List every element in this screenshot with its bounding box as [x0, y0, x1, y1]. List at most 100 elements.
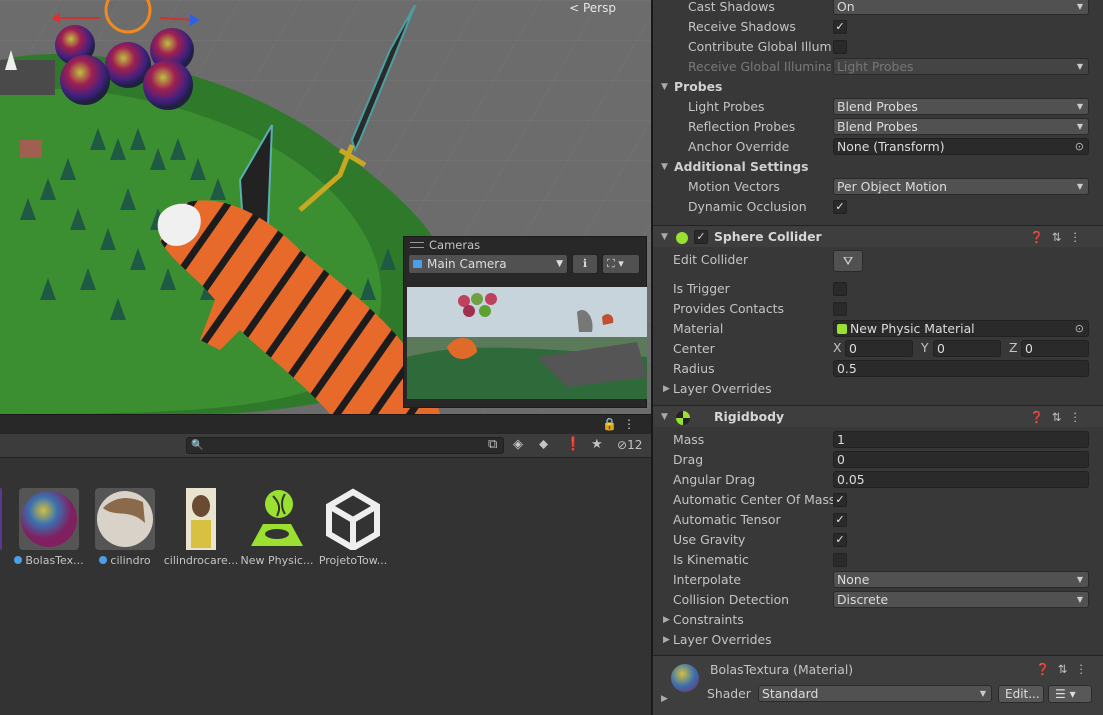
sphere-collider-header[interactable]: ▼ ✓ Sphere Collider ❓⇅⋮ — [653, 225, 1103, 247]
anchor-override-field[interactable]: None (Transform) ⊙ — [833, 138, 1089, 155]
field-label: Receive Shadows — [688, 19, 796, 34]
contribute-gi-checkbox[interactable] — [833, 40, 847, 54]
lock-icon[interactable]: 🔒⋮ — [602, 417, 641, 431]
interpolate-dropdown[interactable]: None ▼ — [833, 571, 1089, 588]
edit-collider-button[interactable]: ⛛ — [833, 250, 863, 272]
physic-material-icon — [247, 488, 307, 550]
rigidbody-header[interactable]: ▼ Rigidbody ❓⇅⋮ — [653, 405, 1103, 427]
component-header-icons[interactable]: ❓⇅⋮ — [1030, 406, 1089, 428]
type-filter-icon[interactable]: ◈ — [513, 437, 523, 452]
perspective-label[interactable]: < Persp — [569, 1, 616, 15]
is-trigger-row: Is Trigger — [653, 279, 1103, 299]
project-search-input[interactable]: 🔍 — [186, 437, 504, 454]
edit-shader-button[interactable]: Edit... — [998, 685, 1044, 703]
log-filter-icon[interactable]: ❗ — [565, 437, 581, 452]
receive-shadows-checkbox[interactable]: ✓ — [833, 20, 847, 34]
object-picker-icon[interactable]: ⊙ — [1075, 139, 1084, 154]
camera-select[interactable]: Main Camera ▼ — [408, 254, 568, 274]
light-probes-dropdown[interactable]: Blend Probes ▼ — [833, 98, 1089, 115]
field-label: Interpolate — [673, 572, 742, 587]
drag-row: Drag 0 — [653, 450, 1103, 470]
scene-view[interactable]: < Persp Cameras Main Camera ▼ ℹ ⛶ ▾ — [0, 0, 651, 414]
asset-bolastextura[interactable]: BolasTex... — [8, 488, 90, 567]
receive-gi-dropdown: Light Probes ▼ — [833, 58, 1089, 75]
drag-field[interactable]: 0 — [833, 451, 1089, 468]
shader-list-button[interactable]: ☰ ▾ — [1048, 685, 1092, 703]
component-enabled-checkbox[interactable]: ✓ — [694, 230, 708, 244]
auto-com-checkbox[interactable]: ✓ — [833, 493, 847, 507]
motion-vectors-dropdown[interactable]: Per Object Motion ▼ — [833, 178, 1089, 195]
chevron-down-icon: ▼ — [1076, 595, 1083, 604]
dynamic-occlusion-checkbox[interactable]: ✓ — [833, 200, 847, 214]
section-title: Probes — [674, 79, 723, 94]
motion-vectors-row: Motion Vectors Per Object Motion ▼ — [653, 177, 1103, 197]
use-gravity-checkbox[interactable]: ✓ — [833, 533, 847, 547]
chevron-down-icon: ▼ — [1076, 102, 1083, 111]
physic-material-field[interactable]: New Physic Material ⊙ — [833, 320, 1089, 337]
object-picker-icon[interactable]: ⊙ — [1075, 321, 1084, 336]
info-icon[interactable]: ℹ — [572, 254, 598, 274]
material-row: Material New Physic Material ⊙ — [653, 319, 1103, 339]
field-value[interactable]: 0 — [1021, 340, 1089, 357]
field-label: Drag — [673, 452, 704, 467]
shader-dropdown[interactable]: Standard ▼ — [758, 685, 992, 702]
use-gravity-row: Use Gravity ✓ — [653, 530, 1103, 550]
hidden-packages-count[interactable]: ⊘12 — [617, 438, 642, 452]
resolution-icon[interactable]: ⛶ ▾ — [602, 254, 640, 274]
asset-label: cilindrocare... — [163, 554, 239, 567]
angular-drag-field[interactable]: 0.05 — [833, 471, 1089, 488]
component-header-icons[interactable]: ❓⇅⋮ — [1036, 662, 1095, 676]
collision-detection-dropdown[interactable]: Discrete ▼ — [833, 591, 1089, 608]
layer-overrides-foldout[interactable]: ▶ Layer Overrides — [653, 630, 1103, 650]
field-value[interactable]: 0 — [845, 340, 913, 357]
cast-shadows-dropdown[interactable]: On ▼ — [833, 0, 1089, 15]
collision-detection-row: Collision Detection Discrete ▼ — [653, 590, 1103, 610]
field-label: Reflection Probes — [688, 119, 796, 134]
additional-settings-section[interactable]: ▼ Additional Settings — [653, 157, 1103, 177]
asset-new-physic-material[interactable]: New Physic... — [236, 488, 318, 567]
mass-field[interactable]: 1 — [833, 431, 1089, 448]
is-kinematic-checkbox[interactable] — [833, 553, 847, 567]
asset-partial[interactable] — [0, 488, 4, 550]
search-scope-icon[interactable]: ⧉ — [488, 437, 497, 452]
reflection-probes-dropdown[interactable]: Blend Probes ▼ — [833, 118, 1089, 135]
constraints-foldout[interactable]: ▶ Constraints — [653, 610, 1103, 630]
asset-label: New Physic... — [240, 554, 314, 567]
center-y-field[interactable]: Y0 — [921, 340, 1005, 357]
camera-overlay-title[interactable]: Cameras — [404, 237, 646, 253]
axis-y-label: Y — [921, 340, 929, 355]
asset-label: BolasTex... — [25, 554, 84, 567]
field-label: Anchor Override — [688, 139, 790, 154]
receive-gi-row: Receive Global Illumination Light Probes… — [653, 57, 1103, 77]
center-x-field[interactable]: X0 — [833, 340, 917, 357]
layer-overrides-foldout[interactable]: ▶ Layer Overrides — [653, 379, 1103, 399]
field-label: Contribute Global Illumination — [688, 39, 831, 54]
provides-contacts-checkbox[interactable] — [833, 302, 847, 316]
auto-com-row: Automatic Center Of Mass ✓ — [653, 490, 1103, 510]
probes-section[interactable]: ▼ Probes — [653, 77, 1103, 97]
chevron-down-icon: ▼ — [1076, 575, 1083, 584]
foldout-collapsed-icon: ▶ — [663, 384, 670, 394]
asset-cilindrocare[interactable]: cilindrocare... — [160, 488, 242, 567]
material-thumbnail — [19, 488, 79, 550]
asset-projetotow[interactable]: ProjetoTow... — [312, 488, 394, 567]
center-z-field[interactable]: Z0 — [1009, 340, 1093, 357]
field-label: Edit Collider — [673, 252, 749, 267]
field-label: Light Probes — [688, 99, 765, 114]
label-filter-icon[interactable]: ⬥ — [539, 437, 548, 452]
field-value: New Physic Material — [850, 321, 975, 336]
component-title: Sphere Collider — [714, 229, 822, 244]
foldout-expanded-icon: ▼ — [661, 162, 668, 172]
component-header-icons[interactable]: ❓⇅⋮ — [1030, 226, 1089, 248]
texture-thumbnail — [171, 488, 231, 550]
field-value[interactable]: 0 — [933, 340, 1001, 357]
radius-field[interactable]: 0.5 — [833, 360, 1089, 377]
foldout-collapsed-icon[interactable]: ▶ — [661, 694, 668, 704]
field-label: Collision Detection — [673, 592, 790, 607]
asset-cilindro[interactable]: cilindro — [84, 488, 166, 567]
material-thumbnail — [95, 488, 155, 550]
dropdown-value: Blend Probes — [837, 99, 918, 114]
favorite-icon[interactable]: ★ — [591, 437, 603, 452]
auto-tensor-checkbox[interactable]: ✓ — [833, 513, 847, 527]
is-trigger-checkbox[interactable] — [833, 282, 847, 296]
